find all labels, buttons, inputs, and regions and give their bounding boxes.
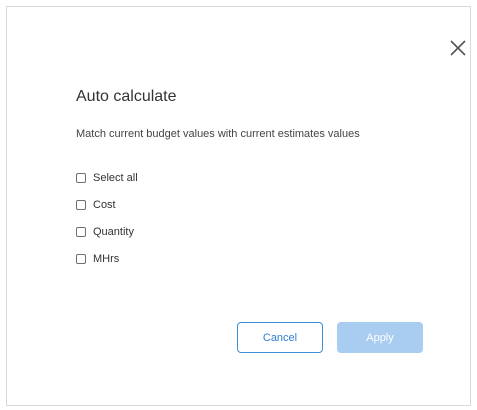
close-button[interactable] <box>449 39 467 57</box>
cost-checkbox[interactable] <box>76 200 86 210</box>
option-mhrs[interactable]: MHrs <box>76 251 119 267</box>
option-select-all[interactable]: Select all <box>76 170 138 186</box>
option-label: MHrs <box>93 253 120 265</box>
select-all-checkbox[interactable] <box>76 173 86 183</box>
dialog-title: Auto calculate <box>76 88 177 105</box>
mhrs-checkbox[interactable] <box>76 254 86 264</box>
option-label: Quantity <box>93 226 134 238</box>
quantity-checkbox[interactable] <box>76 227 86 237</box>
apply-button[interactable]: Apply <box>337 322 423 353</box>
auto-calculate-dialog: Auto calculate Match current budget valu… <box>6 6 471 406</box>
option-quantity[interactable]: Quantity <box>76 224 134 240</box>
option-cost[interactable]: Cost <box>76 197 116 213</box>
cancel-button[interactable]: Cancel <box>237 322 323 353</box>
option-label: Select all <box>93 172 138 184</box>
close-icon <box>449 39 467 57</box>
option-label: Cost <box>93 199 116 211</box>
dialog-description: Match current budget values with current… <box>76 128 360 140</box>
